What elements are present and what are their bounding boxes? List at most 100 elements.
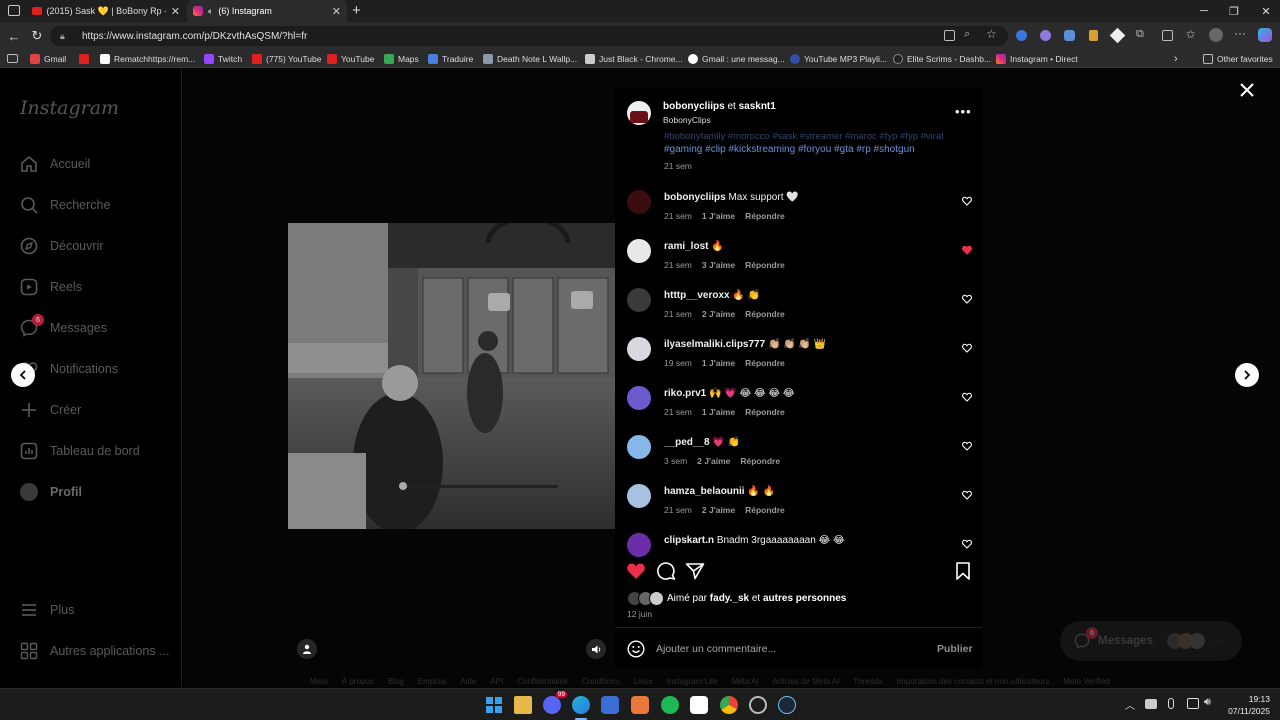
reply-button[interactable]: Répondre xyxy=(745,211,785,221)
footer-link[interactable]: Lieux xyxy=(634,677,653,686)
like-button[interactable] xyxy=(626,562,646,580)
url-field[interactable]: 🔒︎ https://www.instagram.com/p/DKzvthAsQ… xyxy=(50,26,1008,46)
commenter-avatar[interactable] xyxy=(627,337,651,361)
clock-date[interactable]: 07/11/2025 xyxy=(1224,706,1270,716)
nav-more[interactable]: Plus xyxy=(20,599,74,621)
commenter-avatar[interactable] xyxy=(627,533,651,557)
new-tab-button[interactable]: + xyxy=(352,2,361,19)
bookmark-just-black[interactable]: Just Black - Chrome... xyxy=(585,52,683,66)
spotify-icon[interactable] xyxy=(661,696,679,714)
discord-icon[interactable]: 99 xyxy=(543,691,567,714)
commenter-username[interactable]: riko.prv1 xyxy=(664,388,706,399)
nav-other-apps[interactable]: Autres applications ... xyxy=(20,640,170,662)
comment-likes[interactable]: 1 J'aime xyxy=(702,211,735,221)
commenter-avatar[interactable] xyxy=(627,190,651,214)
nav-create[interactable]: Créer xyxy=(20,399,81,421)
next-post-button[interactable] xyxy=(1235,363,1259,387)
comment-like-heart-icon[interactable] xyxy=(962,539,972,549)
comment-like-heart-icon[interactable] xyxy=(962,392,972,402)
speaker-icon[interactable]: 🔈︎ xyxy=(208,6,213,17)
settings-icon[interactable] xyxy=(749,696,767,714)
windows-start-icon[interactable] xyxy=(485,696,503,714)
save-button[interactable] xyxy=(955,562,971,580)
bookmark-instagram-direct[interactable]: Instagram • Direct xyxy=(996,52,1078,66)
extension-icon[interactable] xyxy=(1016,30,1027,41)
coauthor-username[interactable]: sasknt1 xyxy=(739,101,776,112)
site-info-icon[interactable]: 🔒︎ xyxy=(60,31,74,42)
comment-likes[interactable]: 2 J'aime xyxy=(697,456,730,466)
reply-button[interactable]: Répondre xyxy=(740,456,780,466)
close-tab-icon[interactable]: ✕ xyxy=(332,5,341,18)
tab-actions-icon[interactable] xyxy=(8,5,20,16)
extension-icon[interactable] xyxy=(1109,27,1126,44)
tray-overflow-icon[interactable]: ︿ xyxy=(1125,697,1135,712)
commenter-username[interactable]: hamza_belaounii xyxy=(664,486,745,497)
instagram-logo[interactable]: Instagram xyxy=(20,97,119,119)
bookmark-rematch[interactable]: Rematchhttps://rem... xyxy=(100,52,195,66)
nav-dashboard[interactable]: Tableau de bord xyxy=(20,440,140,462)
comment-button[interactable] xyxy=(656,562,676,580)
caption-hashtags[interactable]: #gaming #clip #kickstreaming #foryou #gt… xyxy=(664,144,915,155)
commenter-avatar[interactable] xyxy=(627,386,651,410)
tab-youtube[interactable]: (2015) Sask 💛 | BoBony Rp - You ✕ xyxy=(26,0,186,22)
back-icon[interactable]: ← xyxy=(5,27,23,45)
bookmarks-overflow-icon[interactable]: › xyxy=(1174,52,1178,66)
restore-icon[interactable]: ❐ xyxy=(1218,0,1250,22)
nav-search[interactable]: Recherche xyxy=(20,194,110,216)
close-tab-icon[interactable]: ✕ xyxy=(171,5,180,18)
nav-messages[interactable]: 6 Messages xyxy=(20,314,107,339)
commenter-username[interactable]: clipskart.n xyxy=(664,535,714,546)
nav-reels[interactable]: Reels xyxy=(20,276,82,298)
extensions-puzzle-icon[interactable]: ⧉ xyxy=(1136,28,1144,41)
footer-link[interactable]: Confidentialité xyxy=(517,677,568,686)
bookmark-twitch[interactable]: Twitch xyxy=(204,52,242,66)
nav-explore[interactable]: Découvrir xyxy=(20,235,104,257)
commenter-avatar[interactable] xyxy=(627,288,651,312)
bookmark-gmail-message[interactable]: Gmail : une messag... xyxy=(688,52,785,66)
capcut-icon[interactable] xyxy=(690,696,708,714)
footer-link[interactable]: À propos xyxy=(342,677,374,686)
minimize-icon[interactable]: ─ xyxy=(1188,0,1220,22)
comment-like-heart-icon[interactable] xyxy=(962,490,972,500)
bookmark-elite-scrims[interactable]: Elite Scrims - Dashb... xyxy=(893,52,991,66)
comment-liked-heart-icon[interactable] xyxy=(962,245,972,255)
author-username[interactable]: bobonycliips xyxy=(663,101,725,112)
edge-icon[interactable] xyxy=(572,696,590,714)
reply-button[interactable]: Répondre xyxy=(745,358,785,368)
author-avatar[interactable] xyxy=(627,101,651,125)
reply-button[interactable]: Répondre xyxy=(745,260,785,270)
other-favorites[interactable]: Other favorites xyxy=(1203,52,1273,66)
store-icon[interactable] xyxy=(601,696,619,714)
commenter-username[interactable]: __ped__8 xyxy=(664,437,710,448)
network-icon[interactable] xyxy=(1187,698,1199,709)
footer-link[interactable]: Meta Verified xyxy=(1063,677,1110,686)
split-screen-icon[interactable] xyxy=(1162,30,1173,41)
post-video[interactable] xyxy=(288,223,615,529)
video-user-tag-icon[interactable] xyxy=(297,639,317,659)
footer-link[interactable]: Meta AI xyxy=(732,677,759,686)
commenter-username[interactable]: bobonycliips xyxy=(664,192,726,203)
previous-post-button[interactable] xyxy=(11,363,35,387)
footer-link[interactable]: Threads xyxy=(853,677,882,686)
footer-link[interactable]: Instagram Lite xyxy=(667,677,718,686)
publish-button[interactable]: Publier xyxy=(937,643,973,655)
bookmark-youtube-2[interactable]: YouTube xyxy=(327,52,374,66)
author-subtitle[interactable]: BobonyClips xyxy=(663,115,711,125)
commenter-avatar[interactable] xyxy=(627,484,651,508)
tab-instagram[interactable]: 🔈︎ (6) Instagram ✕ xyxy=(187,0,347,22)
nav-profile[interactable]: Profil xyxy=(20,481,82,503)
profile-avatar[interactable] xyxy=(1209,28,1223,42)
favorite-star-icon[interactable]: ☆ xyxy=(986,27,997,41)
bookmark-death-note[interactable]: Death Note L Wallp... xyxy=(483,52,577,66)
comment-input[interactable]: Ajouter un commentaire... xyxy=(656,643,916,655)
reply-button[interactable]: Répondre xyxy=(745,407,785,417)
extension-icon[interactable] xyxy=(1040,30,1051,41)
affinity-icon[interactable] xyxy=(631,696,649,714)
bookmark-gmail[interactable]: Gmail xyxy=(30,52,66,66)
comment-likes[interactable]: 1 J'aime xyxy=(702,407,735,417)
footer-link[interactable]: Emplois xyxy=(418,677,446,686)
microphone-icon[interactable] xyxy=(1168,698,1174,709)
close-modal-icon[interactable] xyxy=(1239,82,1255,98)
extension-icon[interactable] xyxy=(1089,30,1098,41)
volume-icon[interactable]: 🔊︎ xyxy=(1204,696,1211,709)
